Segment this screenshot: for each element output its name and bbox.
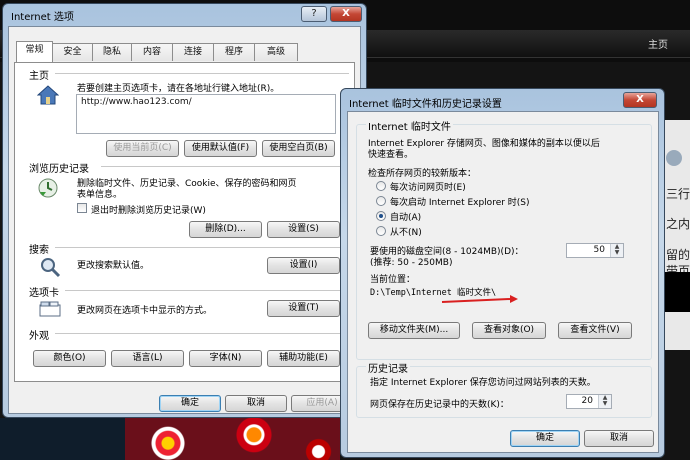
divider — [55, 73, 349, 74]
tab-programs[interactable]: 程序 — [213, 43, 255, 61]
history-days-stepper[interactable]: 20 ▲ ▼ — [566, 394, 612, 409]
fonts-button[interactable]: 字体(N) — [189, 350, 262, 367]
search-heading: 搜索 — [29, 245, 49, 256]
radio-never[interactable] — [376, 226, 386, 236]
disk-space-value: 50 — [593, 245, 605, 255]
radio-never-label: 从不(N) — [390, 228, 422, 238]
history-heading: 浏览历史记录 — [29, 164, 89, 175]
search-icon — [39, 256, 61, 278]
radio-every-visit[interactable] — [376, 181, 386, 191]
tab-content[interactable]: 内容 — [131, 43, 173, 61]
tabs-icon — [39, 301, 61, 317]
languages-button[interactable]: 语言(L) — [111, 350, 184, 367]
close-button[interactable]: X — [330, 6, 362, 22]
history-settings-button[interactable]: 设置(S) — [267, 221, 340, 238]
stepper-arrows-icon[interactable]: ▲ ▼ — [598, 395, 611, 408]
internet-options-window: Internet 选项 ? X 常规 安全 隐私 内容 连接 程序 高级 主页 … — [2, 3, 367, 418]
history-days-label: 网页保存在历史记录中的天数(K)： — [370, 400, 509, 410]
background-dark-panel — [0, 418, 125, 460]
use-default-button[interactable]: 使用默认值(F) — [184, 140, 257, 157]
history-heading: 历史记录 — [366, 360, 410, 375]
radio-automatic-label: 自动(A) — [390, 213, 422, 223]
delete-on-exit-label: 退出时删除浏览历史记录(W) — [91, 206, 206, 216]
accessibility-button[interactable]: 辅助功能(E) — [267, 350, 340, 367]
temp-files-desc-line2: 快速查看。 — [368, 150, 414, 160]
tabs-desc: 更改网页在选项卡中显示的方式。 — [77, 306, 213, 316]
tab-strip: 常规 安全 隐私 内容 连接 程序 高级 — [16, 41, 316, 63]
tabs-settings-button[interactable]: 设置(T) — [267, 300, 340, 317]
temp-files-heading: Internet 临时文件 — [366, 118, 453, 133]
dialog-body: Internet 临时文件 Internet Explorer 存储网页、图像和… — [347, 111, 659, 453]
search-desc: 更改搜索默认值。 — [77, 261, 150, 271]
dialog-body: 常规 安全 隐私 内容 连接 程序 高级 主页 若要创建主页选项卡，请在各地址行… — [8, 26, 361, 414]
tab-privacy[interactable]: 隐私 — [92, 43, 132, 61]
dialog-close-button[interactable]: X — [623, 92, 657, 108]
background-artwork — [125, 418, 340, 460]
history-days-value: 20 — [581, 396, 593, 406]
tab-security[interactable]: 安全 — [52, 43, 93, 61]
delete-history-button[interactable]: 删除(D)... — [189, 221, 262, 238]
current-location-label: 当前位置： — [370, 275, 416, 285]
cancel-button[interactable]: 取消 — [225, 395, 287, 412]
background-text-3: 留的 — [666, 248, 690, 262]
use-blank-button[interactable]: 使用空白页(B) — [262, 140, 335, 157]
radio-automatic[interactable] — [376, 211, 386, 221]
help-button[interactable]: ? — [301, 6, 327, 22]
radio-every-visit-label: 每次访问网页时(E) — [390, 183, 466, 193]
homepage-heading: 主页 — [29, 71, 49, 82]
divider — [101, 166, 349, 167]
history-clock-icon — [37, 177, 59, 199]
view-objects-button[interactable]: 查看对象(O) — [472, 322, 546, 339]
temp-files-settings-window: Internet 临时文件和历史记录设置 X Internet 临时文件 Int… — [340, 88, 665, 458]
history-desc: 指定 Internet Explorer 保存您访问过网站列表的天数。 — [370, 378, 596, 388]
tab-advanced[interactable]: 高级 — [254, 43, 298, 61]
background-home-link[interactable]: 主页 — [648, 36, 668, 51]
background-text-2: 之内 — [666, 217, 690, 231]
appearance-heading: 外观 — [29, 331, 49, 342]
window-title: Internet 选项 — [11, 12, 74, 23]
homepage-desc: 若要创建主页选项卡，请在各地址行键入地址(R)。 — [77, 84, 280, 94]
tab-connections[interactable]: 连接 — [172, 43, 214, 61]
check-newer-label: 检查所存网页的较新版本： — [368, 169, 477, 179]
radio-every-start[interactable] — [376, 196, 386, 206]
stepper-arrows-icon[interactable]: ▲ ▼ — [610, 244, 623, 257]
dialog-title: Internet 临时文件和历史记录设置 — [349, 99, 502, 110]
disk-space-hint: (推荐: 50 - 250MB) — [370, 258, 453, 268]
disk-space-stepper[interactable]: 50 ▲ ▼ — [566, 243, 624, 258]
tab-general[interactable]: 常规 — [16, 41, 53, 62]
dialog-cancel-button[interactable]: 取消 — [584, 430, 654, 447]
divider — [55, 333, 349, 334]
move-folder-button[interactable]: 移动文件夹(M)... — [368, 322, 460, 339]
colors-button[interactable]: 颜色(O) — [33, 350, 106, 367]
house-icon — [36, 85, 60, 105]
search-settings-button[interactable]: 设置(I) — [267, 257, 340, 274]
divider — [55, 247, 349, 248]
background-icon — [666, 150, 682, 166]
use-current-button[interactable]: 使用当前页(C) — [106, 140, 179, 157]
background-text-1: 三行 — [666, 187, 690, 201]
tabs-heading: 选项卡 — [29, 288, 59, 299]
dialog-ok-button[interactable]: 确定 — [510, 430, 580, 447]
radio-every-start-label: 每次启动 Internet Explorer 时(S) — [390, 198, 530, 208]
history-desc-line2: 表单信息。 — [77, 190, 123, 200]
red-arrow-annotation-icon — [441, 295, 518, 303]
divider — [65, 290, 349, 291]
delete-on-exit-checkbox[interactable] — [77, 203, 87, 213]
homepage-url-field[interactable]: http://www.hao123.com/ — [76, 94, 336, 134]
view-files-button[interactable]: 查看文件(V) — [558, 322, 632, 339]
ok-button[interactable]: 确定 — [159, 395, 221, 412]
